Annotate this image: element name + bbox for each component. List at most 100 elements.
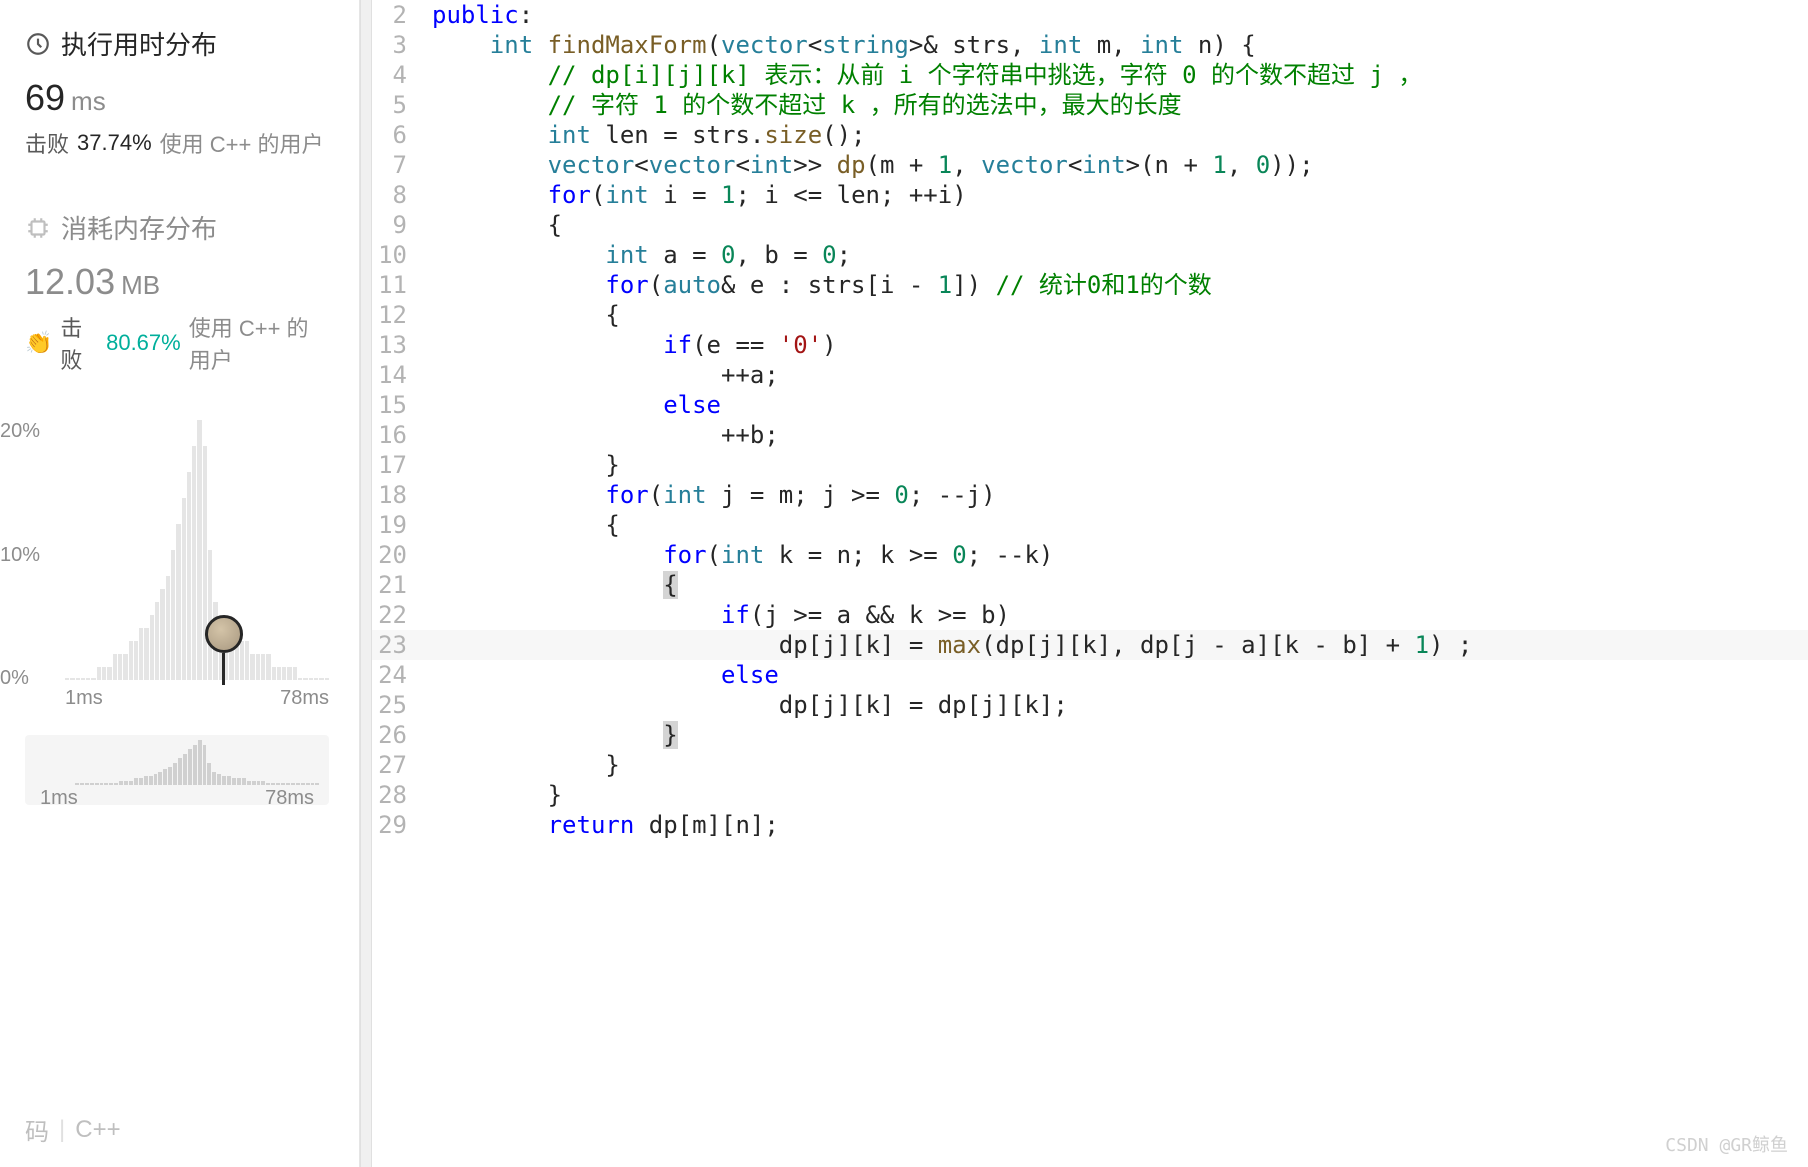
- line-content[interactable]: // 字符 1 的个数不超过 k ，所有的选法中，最大的长度: [432, 90, 1182, 120]
- chart-bar[interactable]: [277, 667, 281, 680]
- chart-bar[interactable]: [197, 420, 201, 680]
- code-line[interactable]: 29 return dp[m][n];: [372, 810, 1808, 840]
- chart-bar[interactable]: [76, 678, 80, 680]
- code-line[interactable]: 14 ++a;: [372, 360, 1808, 390]
- line-content[interactable]: }: [432, 780, 562, 810]
- line-content[interactable]: int len = strs.size();: [432, 120, 866, 150]
- chart-bar[interactable]: [70, 678, 74, 680]
- code-line[interactable]: 20 for(int k = n; k >= 0; --k): [372, 540, 1808, 570]
- code-line[interactable]: 5 // 字符 1 的个数不超过 k ，所有的选法中，最大的长度: [372, 90, 1808, 120]
- code-editor[interactable]: 2public:3 int findMaxForm(vector<string>…: [372, 0, 1808, 1167]
- chart-bar[interactable]: [298, 678, 302, 680]
- line-content[interactable]: int a = 0, b = 0;: [432, 240, 851, 270]
- line-content[interactable]: }: [432, 750, 620, 780]
- chart-bar[interactable]: [160, 589, 164, 680]
- code-line[interactable]: 4 // dp[i][j][k] 表示：从前 i 个字符串中挑选，字符 0 的个…: [372, 60, 1808, 90]
- line-content[interactable]: {: [432, 570, 678, 600]
- chart-bar[interactable]: [282, 667, 286, 680]
- code-line[interactable]: 17 }: [372, 450, 1808, 480]
- code-line[interactable]: 9 {: [372, 210, 1808, 240]
- language-label[interactable]: C++: [75, 1116, 120, 1144]
- chart-bar[interactable]: [240, 641, 244, 680]
- chart-bar[interactable]: [250, 654, 254, 680]
- code-line[interactable]: 19 {: [372, 510, 1808, 540]
- line-content[interactable]: }: [432, 720, 678, 750]
- line-content[interactable]: for(int j = m; j >= 0; --j): [432, 480, 996, 510]
- chart-bar[interactable]: [144, 628, 148, 680]
- chart-bar[interactable]: [203, 446, 207, 680]
- line-content[interactable]: {: [432, 510, 620, 540]
- chart-bar[interactable]: [123, 654, 127, 680]
- code-line[interactable]: 25 dp[j][k] = dp[j][k];: [372, 690, 1808, 720]
- code-line[interactable]: 18 for(int j = m; j >= 0; --j): [372, 480, 1808, 510]
- code-line[interactable]: 3 int findMaxForm(vector<string>& strs, …: [372, 30, 1808, 60]
- chart-bar[interactable]: [266, 654, 270, 680]
- chart-bar[interactable]: [272, 667, 276, 680]
- chart-bar[interactable]: [171, 550, 175, 680]
- code-line[interactable]: 21 {: [372, 570, 1808, 600]
- chart-bar[interactable]: [261, 654, 265, 680]
- chart-bar[interactable]: [293, 667, 297, 680]
- code-line[interactable]: 22 if(j >= a && k >= b): [372, 600, 1808, 630]
- line-content[interactable]: }: [432, 450, 620, 480]
- code-line[interactable]: 11 for(auto& e : strs[i - 1]) // 统计0和1的个…: [372, 270, 1808, 300]
- code-line[interactable]: 8 for(int i = 1; i <= len; ++i): [372, 180, 1808, 210]
- chart-bar[interactable]: [91, 678, 95, 680]
- code-line[interactable]: 6 int len = strs.size();: [372, 120, 1808, 150]
- runtime-distribution-chart[interactable]: 20% 10% 0% 1ms 78ms: [25, 420, 329, 710]
- chart-bar[interactable]: [150, 615, 154, 680]
- line-content[interactable]: {: [432, 210, 562, 240]
- chart-bar[interactable]: [129, 641, 133, 680]
- chart-bar[interactable]: [113, 654, 117, 680]
- line-content[interactable]: else: [432, 390, 721, 420]
- chart-bar[interactable]: [81, 678, 85, 680]
- chart-bar[interactable]: [118, 654, 122, 680]
- chart-bar[interactable]: [309, 678, 313, 680]
- line-content[interactable]: ++b;: [432, 420, 779, 450]
- code-line[interactable]: 13 if(e == '0'): [372, 330, 1808, 360]
- chart-bar[interactable]: [319, 678, 323, 680]
- code-line[interactable]: 12 {: [372, 300, 1808, 330]
- chart-bar[interactable]: [86, 678, 90, 680]
- line-content[interactable]: public:: [432, 0, 533, 30]
- panel-divider[interactable]: [360, 0, 372, 1167]
- line-content[interactable]: {: [432, 300, 620, 330]
- chart-bar[interactable]: [208, 550, 212, 680]
- chart-bar[interactable]: [176, 524, 180, 680]
- chart-bar[interactable]: [314, 678, 318, 680]
- code-line[interactable]: 2public:: [372, 0, 1808, 30]
- line-content[interactable]: int findMaxForm(vector<string>& strs, in…: [432, 30, 1256, 60]
- code-line[interactable]: 27 }: [372, 750, 1808, 780]
- chart-bar[interactable]: [182, 498, 186, 680]
- line-content[interactable]: dp[j][k] = dp[j][k];: [432, 690, 1068, 720]
- line-content[interactable]: if(e == '0'): [432, 330, 837, 360]
- user-avatar-marker[interactable]: [205, 615, 243, 653]
- chart-bar[interactable]: [139, 628, 143, 680]
- line-content[interactable]: vector<vector<int>> dp(m + 1, vector<int…: [432, 150, 1314, 180]
- line-content[interactable]: // dp[i][j][k] 表示：从前 i 个字符串中挑选，字符 0 的个数不…: [432, 60, 1422, 90]
- code-line[interactable]: 26 }: [372, 720, 1808, 750]
- code-line[interactable]: 23 dp[j][k] = max(dp[j][k], dp[j - a][k …: [372, 630, 1808, 660]
- line-content[interactable]: if(j >= a && k >= b): [432, 600, 1010, 630]
- chart-bar[interactable]: [325, 678, 329, 680]
- mini-distribution-chart[interactable]: 1ms 78ms: [25, 735, 329, 805]
- line-content[interactable]: dp[j][k] = max(dp[j][k], dp[j - a][k - b…: [432, 630, 1472, 660]
- line-content[interactable]: return dp[m][n];: [432, 810, 779, 840]
- line-content[interactable]: for(int i = 1; i <= len; ++i): [432, 180, 967, 210]
- code-line[interactable]: 7 vector<vector<int>> dp(m + 1, vector<i…: [372, 150, 1808, 180]
- line-content[interactable]: ++a;: [432, 360, 779, 390]
- code-line[interactable]: 16 ++b;: [372, 420, 1808, 450]
- chart-bar[interactable]: [134, 641, 138, 680]
- chart-bar[interactable]: [65, 678, 69, 680]
- chart-bar[interactable]: [102, 667, 106, 680]
- code-line[interactable]: 15 else: [372, 390, 1808, 420]
- code-line[interactable]: 24 else: [372, 660, 1808, 690]
- chart-bar[interactable]: [287, 667, 291, 680]
- chart-bar[interactable]: [107, 667, 111, 680]
- code-line[interactable]: 28 }: [372, 780, 1808, 810]
- chart-bar[interactable]: [245, 641, 249, 680]
- line-content[interactable]: for(int k = n; k >= 0; --k): [432, 540, 1053, 570]
- chart-bar[interactable]: [192, 446, 196, 680]
- line-content[interactable]: else: [432, 660, 779, 690]
- chart-bar[interactable]: [303, 678, 307, 680]
